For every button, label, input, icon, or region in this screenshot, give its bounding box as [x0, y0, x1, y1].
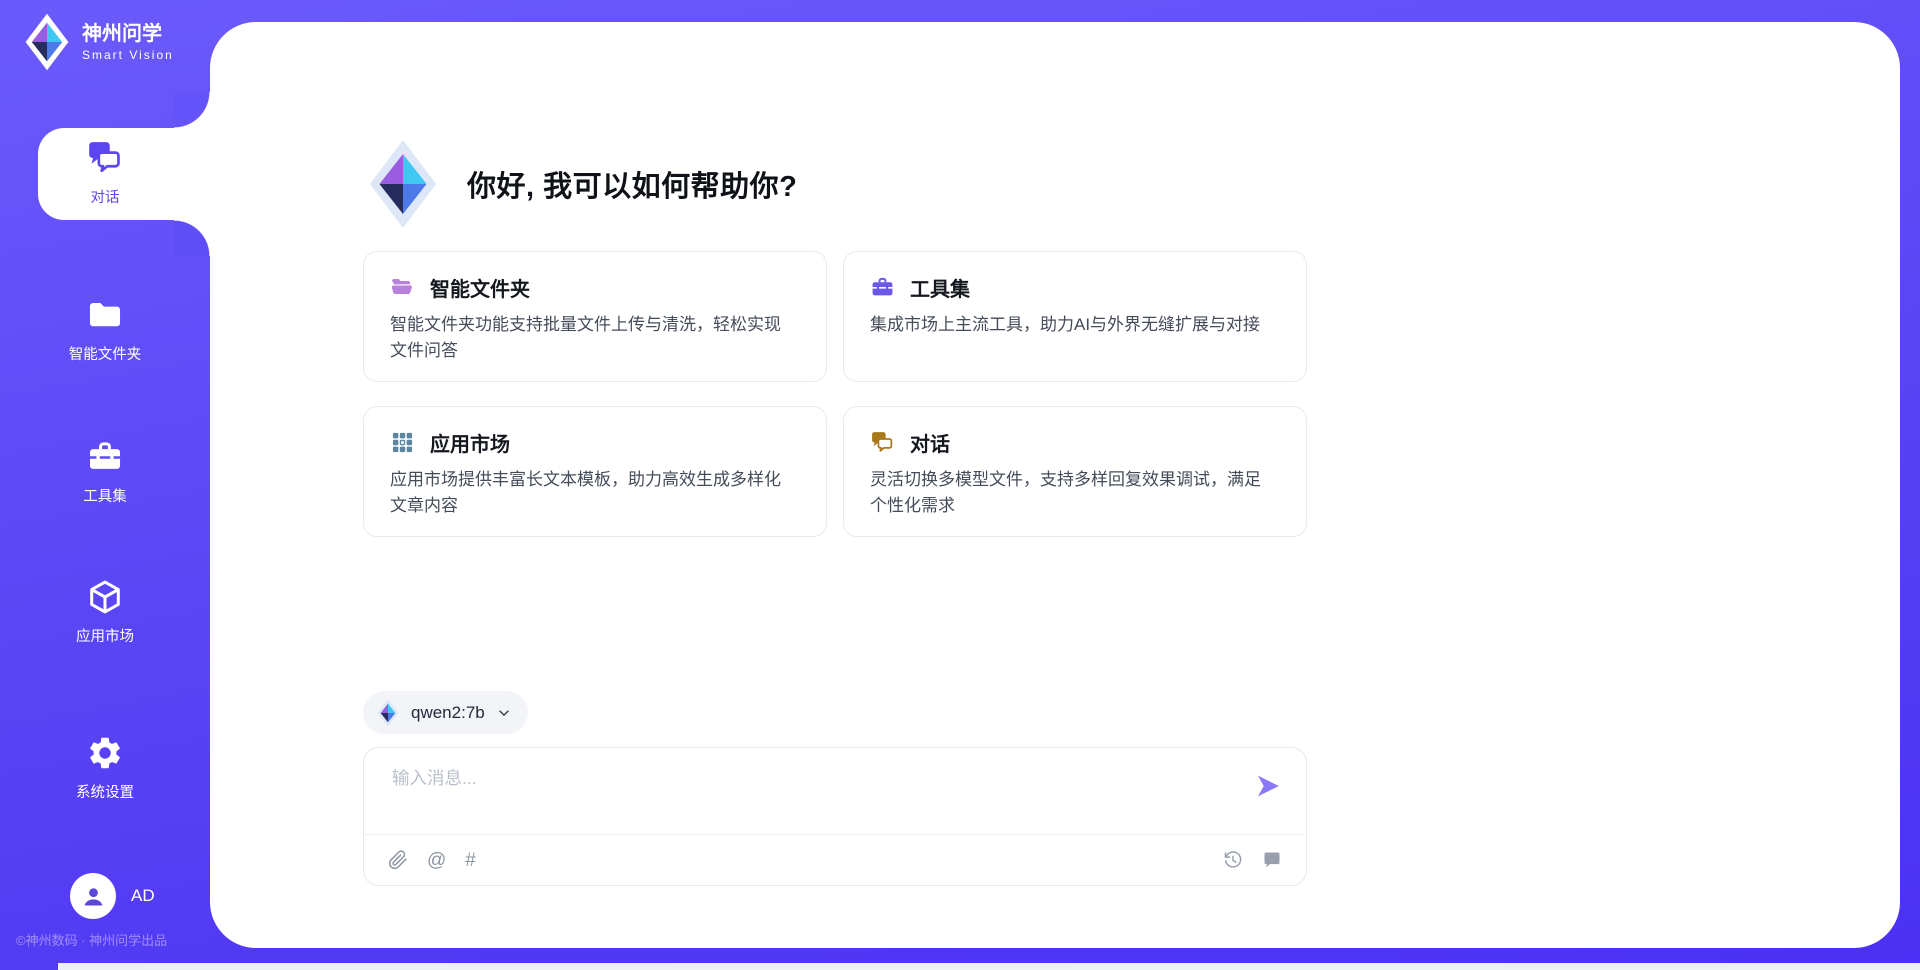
sidebar-item-settings[interactable]: 系统设置 — [0, 734, 210, 802]
chat-bubbles-icon — [870, 430, 895, 455]
cube-icon — [86, 578, 124, 616]
horizontal-scrollbar[interactable] — [58, 963, 1920, 970]
toolbox-icon — [870, 275, 895, 300]
sidebar-item-smart-folders[interactable]: 智能文件夹 — [0, 296, 210, 364]
history-icon — [1223, 850, 1243, 870]
composer: @ # — [363, 747, 1307, 886]
card-description: 智能文件夹功能支持批量文件上传与清洗，轻松实现文件问答 — [390, 312, 800, 363]
card-title: 智能文件夹 — [430, 273, 530, 302]
card-toolset[interactable]: 工具集 集成市场上主流工具，助力AI与外界无缝扩展与对接 — [843, 251, 1307, 382]
card-title: 应用市场 — [430, 428, 510, 457]
send-icon[interactable] — [1254, 772, 1282, 800]
sidebar-item-label: 智能文件夹 — [69, 343, 142, 364]
sidebar-item-label: 应用市场 — [76, 625, 134, 646]
avatar — [70, 873, 116, 919]
gear-icon — [86, 734, 124, 772]
conversation-button[interactable] — [1262, 850, 1282, 870]
history-button[interactable] — [1223, 850, 1243, 870]
feature-cards: 智能文件夹 智能文件夹功能支持批量文件上传与清洗，轻松实现文件问答 工具集 集成… — [363, 251, 1307, 537]
user-name: AD — [131, 886, 155, 906]
sidebar-item-label: 对话 — [91, 186, 120, 207]
sidebar-item-toolset[interactable]: 工具集 — [0, 438, 210, 506]
card-title: 对话 — [910, 428, 950, 457]
model-logo-icon — [376, 699, 400, 727]
card-description: 灵活切换多模型文件，支持多样回复效果调试，满足个性化需求 — [870, 467, 1280, 518]
sidebar-item-chat[interactable]: 对话 — [0, 139, 210, 207]
card-description: 集成市场上主流工具，助力AI与外界无缝扩展与对接 — [870, 312, 1280, 338]
tab-fillet-bottom — [174, 220, 210, 256]
toolbox-icon — [86, 438, 124, 476]
hashtag-button[interactable]: # — [465, 851, 476, 870]
app-window: 神州问学 Smart Vision 对话 智能文件夹 工具集 应用市场 系统设置… — [0, 0, 1920, 970]
card-title: 工具集 — [910, 273, 970, 302]
card-description: 应用市场提供丰富长文本模板，助力高效生成多样化文章内容 — [390, 467, 800, 518]
brand-logo-icon — [22, 13, 72, 71]
user-account[interactable]: AD — [70, 873, 155, 919]
chat-bubbles-icon — [86, 139, 124, 177]
hero-logo-icon — [363, 139, 443, 229]
mention-button[interactable]: @ — [427, 851, 446, 870]
attach-button[interactable] — [388, 850, 408, 870]
card-smart-folders[interactable]: 智能文件夹 智能文件夹功能支持批量文件上传与清洗，轻松实现文件问答 — [363, 251, 827, 382]
model-selector-button[interactable]: qwen2:7b — [363, 691, 528, 734]
folder-open-icon — [390, 275, 415, 300]
sidebar-item-label: 工具集 — [83, 485, 127, 506]
brand: 神州问学 Smart Vision — [22, 13, 174, 71]
sidebar-item-label: 系统设置 — [76, 781, 134, 802]
sidebar-footer-text: ©神州数码 · 神州问学出品 — [16, 930, 167, 949]
composer-toolbar: @ # — [364, 834, 1306, 885]
message-icon — [1262, 850, 1282, 870]
greeting-title: 你好, 我可以如何帮助你? — [467, 163, 797, 205]
tab-fillet-top — [174, 92, 210, 128]
message-input[interactable] — [390, 763, 1230, 817]
grid-icon — [390, 430, 415, 455]
at-icon: @ — [427, 850, 446, 871]
person-icon — [80, 883, 107, 910]
card-app-market[interactable]: 应用市场 应用市场提供丰富长文本模板，助力高效生成多样化文章内容 — [363, 406, 827, 537]
card-chat[interactable]: 对话 灵活切换多模型文件，支持多样回复效果调试，满足个性化需求 — [843, 406, 1307, 537]
hero: 你好, 我可以如何帮助你? — [363, 139, 797, 229]
brand-subtitle: Smart Vision — [82, 48, 174, 62]
hash-icon: # — [465, 850, 476, 871]
chevron-down-icon — [496, 705, 512, 721]
folder-icon — [86, 296, 124, 334]
paperclip-icon — [388, 850, 408, 870]
sidebar-item-app-market[interactable]: 应用市场 — [0, 578, 210, 646]
brand-name: 神州问学 — [82, 23, 174, 45]
model-name: qwen2:7b — [411, 703, 485, 723]
